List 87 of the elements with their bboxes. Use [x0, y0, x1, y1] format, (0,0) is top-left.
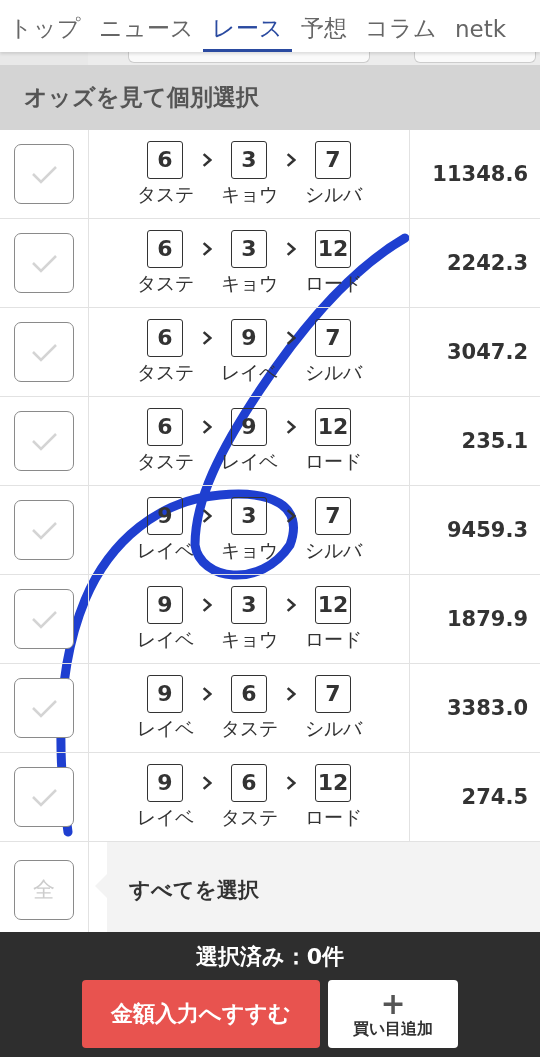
- horse-name: シルバ: [304, 537, 362, 563]
- horse-number: 6: [147, 140, 183, 179]
- horse-number: 12: [315, 407, 351, 446]
- horse-name: レイベ: [136, 626, 194, 652]
- horse-number: 7: [315, 140, 351, 179]
- odds-value: 2242.3: [446, 251, 528, 275]
- chevron-icon: [202, 329, 212, 346]
- horse-name: シルバ: [304, 715, 362, 741]
- nav-tab[interactable]: 予想: [292, 0, 356, 52]
- horse-number: 9: [147, 674, 183, 713]
- horse-number: 3: [231, 496, 267, 535]
- selected-count: 選択済み：0件: [195, 943, 345, 971]
- chevron-icon: [202, 418, 212, 435]
- checkbox[interactable]: [14, 678, 74, 738]
- checkbox[interactable]: [14, 411, 74, 471]
- nav-tab[interactable]: netk: [446, 0, 516, 52]
- horse-name: タステ: [136, 448, 194, 474]
- checkbox[interactable]: [14, 767, 74, 827]
- horse-name: レイベ: [136, 537, 194, 563]
- horse-name: レイベ: [136, 804, 194, 830]
- horse-name: タステ: [220, 715, 278, 741]
- horse-number: 12: [315, 763, 351, 802]
- checkbox[interactable]: [14, 589, 74, 649]
- chevron-icon: [202, 151, 212, 168]
- chevron-icon: [286, 329, 296, 346]
- horse-number: 7: [315, 496, 351, 535]
- odds-value: 11348.6: [432, 162, 528, 186]
- chevron-icon: [286, 151, 296, 168]
- checkbox[interactable]: [14, 144, 74, 204]
- horse-name: ロード: [304, 804, 362, 830]
- horse-name: シルバ: [304, 181, 362, 207]
- chevron-icon: [286, 418, 296, 435]
- horse-name: タステ: [220, 804, 278, 830]
- horse-name: キョウ: [220, 537, 278, 563]
- nav-tab[interactable]: コラム: [356, 0, 446, 52]
- chevron-icon: [202, 774, 212, 791]
- add-button[interactable]: + 買い目追加: [328, 980, 458, 1048]
- proceed-button[interactable]: 金額入力へすすむ: [82, 980, 320, 1048]
- horse-number: 3: [231, 229, 267, 268]
- section-title: オッズを見て個別選択: [24, 83, 259, 112]
- horse-name: キョウ: [220, 626, 278, 652]
- checkbox[interactable]: [14, 233, 74, 293]
- horse-name: レイベ: [136, 715, 194, 741]
- horse-name: ロード: [304, 448, 362, 474]
- horse-number: 12: [315, 585, 351, 624]
- odds-value: 3047.2: [446, 340, 528, 364]
- horse-number: 12: [315, 229, 351, 268]
- tooltip-text: すべてを選択: [129, 877, 259, 904]
- horse-number: 6: [147, 229, 183, 268]
- horse-number: 3: [231, 585, 267, 624]
- checkbox[interactable]: [14, 500, 74, 560]
- chevron-icon: [286, 685, 296, 702]
- horse-number: 9: [231, 407, 267, 446]
- horse-number: 7: [315, 674, 351, 713]
- horse-name: タステ: [136, 359, 194, 385]
- horse-name: タステ: [136, 181, 194, 207]
- chevron-icon: [202, 507, 212, 524]
- horse-number: 6: [231, 763, 267, 802]
- horse-number: 6: [231, 674, 267, 713]
- horse-number: 7: [315, 318, 351, 357]
- odds-value: 9459.3: [446, 518, 528, 542]
- nav-tab[interactable]: ニュース: [90, 0, 203, 52]
- chevron-icon: [202, 240, 212, 257]
- chevron-icon: [286, 240, 296, 257]
- horse-number: 6: [147, 318, 183, 357]
- odds-value: 235.1: [461, 429, 528, 453]
- chevron-icon: [286, 774, 296, 791]
- horse-name: レイベ: [220, 448, 278, 474]
- odds-value: 274.5: [461, 785, 528, 809]
- odds-value: 1879.9: [446, 607, 528, 631]
- chevron-icon: [202, 596, 212, 613]
- horse-name: タステ: [136, 270, 194, 296]
- checkbox[interactable]: [14, 322, 74, 382]
- horse-name: キョウ: [220, 270, 278, 296]
- odds-value: 3383.0: [446, 696, 528, 720]
- horse-name: キョウ: [220, 181, 278, 207]
- horse-number: 9: [231, 318, 267, 357]
- nav-tab[interactable]: トップ: [0, 0, 90, 52]
- horse-number: 6: [147, 407, 183, 446]
- chevron-icon: [202, 685, 212, 702]
- chevron-icon: [286, 507, 296, 524]
- horse-number: 9: [147, 763, 183, 802]
- horse-name: シルバ: [304, 359, 362, 385]
- chevron-icon: [286, 596, 296, 613]
- horse-number: 9: [147, 585, 183, 624]
- horse-name: ロード: [304, 626, 362, 652]
- horse-number: 3: [231, 140, 267, 179]
